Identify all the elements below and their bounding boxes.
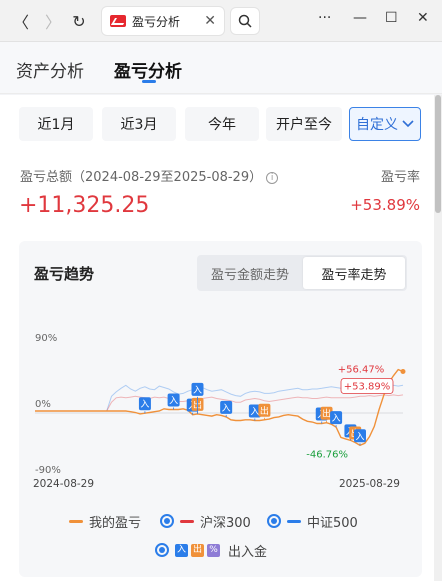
search-button[interactable] bbox=[230, 7, 260, 35]
legend-mine-label: 我的盈亏 bbox=[89, 515, 142, 531]
radio-hs300[interactable] bbox=[160, 514, 174, 528]
page-tab-bar: 资产分析 盈亏分析 bbox=[0, 42, 442, 94]
pnl-total-label: 盈亏总额（2024-08-29至2025-08-29） i bbox=[20, 166, 279, 185]
legend-flow-label: 出入金 bbox=[228, 544, 268, 560]
max-annotation: +56.47% bbox=[338, 365, 385, 376]
series-line-hs300 bbox=[35, 394, 404, 412]
pnl-total-value: +11,325.25 bbox=[19, 193, 150, 218]
radio-zz500[interactable] bbox=[267, 514, 281, 528]
chevron-down-icon bbox=[402, 120, 414, 128]
tab-title: 盈亏分析 bbox=[132, 14, 181, 29]
flow-percent-badge: % bbox=[207, 543, 220, 557]
chart-legend: 我的盈亏 沪深300 中证500 bbox=[19, 509, 422, 533]
legend-zz500[interactable]: 中证500 bbox=[267, 509, 358, 533]
flow-marker-label: 入 bbox=[193, 385, 202, 396]
range-1m-button[interactable]: 近1月 bbox=[19, 107, 93, 141]
flow-legend: 入 出 % 出入金 bbox=[19, 538, 422, 562]
range-since-open-button[interactable]: 开户至今 bbox=[266, 107, 342, 141]
y-tick-label: -90% bbox=[35, 465, 61, 476]
back-button[interactable]: 〈 bbox=[8, 8, 34, 34]
browser-tab[interactable]: 盈亏分析 ✕ bbox=[101, 6, 225, 36]
legend-zz500-label: 中证500 bbox=[307, 515, 358, 531]
x-start-label: 2024-08-29 bbox=[33, 478, 94, 490]
flow-out-badge: 出 bbox=[191, 543, 204, 557]
tab-asset-analysis[interactable]: 资产分析 bbox=[16, 57, 84, 82]
last-point-dot bbox=[400, 368, 406, 374]
page-scrollbar[interactable] bbox=[434, 95, 442, 581]
pnl-ratio-label: 盈亏率 bbox=[380, 170, 420, 185]
legend-mine-swatch bbox=[69, 519, 83, 523]
date-range-selector: 近1月 近3月 今年 开户至今 自定义 bbox=[19, 107, 421, 141]
flow-marker-label: 入 bbox=[140, 399, 149, 410]
search-icon bbox=[238, 14, 252, 28]
maximize-button[interactable]: ☐ bbox=[385, 10, 398, 26]
flow-marker-label: 出 bbox=[322, 408, 331, 420]
range-ytd-button[interactable]: 今年 bbox=[185, 107, 259, 141]
y-tick-label: 90% bbox=[35, 333, 57, 344]
main-content: 近1月 近3月 今年 开户至今 自定义 盈亏总额（2024-08-29至2025… bbox=[0, 95, 434, 581]
flow-marker-label: 出 bbox=[260, 405, 269, 417]
range-custom-label: 自定义 bbox=[356, 117, 398, 133]
pnl-trend-card: 盈亏趋势 盈亏金额走势 盈亏率走势 90% 0% -90% 2024-08-29 202… bbox=[19, 241, 422, 577]
flow-marker-label: 入 bbox=[250, 407, 259, 418]
legend-zz500-swatch bbox=[287, 519, 301, 523]
flow-marker-label: 入 bbox=[169, 396, 178, 407]
more-menu-button[interactable]: ··· bbox=[318, 10, 331, 26]
flow-marker-label: 入 bbox=[332, 413, 341, 424]
y-tick-label: 0% bbox=[35, 399, 51, 410]
flow-marker-label: 入 bbox=[355, 431, 364, 442]
card-title: 盈亏趋势 bbox=[34, 265, 95, 283]
scrollbar-thumb[interactable] bbox=[435, 95, 441, 213]
range-custom-button[interactable]: 自定义 bbox=[349, 107, 421, 141]
flow-marker-label: 入 bbox=[222, 403, 231, 414]
last-annotation: +53.89% bbox=[344, 381, 391, 392]
legend-hs300[interactable]: 沪深300 bbox=[160, 509, 251, 533]
reload-button[interactable]: ↻ bbox=[66, 8, 92, 34]
forward-button[interactable]: 〉 bbox=[40, 8, 66, 34]
pnl-total-label-text: 盈亏总额（2024-08-29至2025-08-29） bbox=[20, 170, 263, 185]
pnl-ratio-value: +53.89% bbox=[350, 196, 420, 214]
toggle-ratio-trend[interactable]: 盈亏率走势 bbox=[303, 257, 405, 289]
flow-in-badge: 入 bbox=[175, 543, 188, 557]
trend-mode-toggle: 盈亏金额走势 盈亏率走势 bbox=[197, 255, 407, 291]
legend-flow[interactable]: 入 出 % 出入金 bbox=[155, 538, 267, 562]
tab-pnl-analysis[interactable]: 盈亏分析 bbox=[114, 57, 182, 82]
x-end-label: 2025-08-29 bbox=[339, 478, 400, 490]
pnl-trend-chart[interactable]: 90%0%-90%2024-08-292025-08-29入入入出入入入出入出入… bbox=[19, 309, 422, 509]
chart-logo-icon bbox=[110, 15, 126, 27]
close-tab-icon[interactable]: ✕ bbox=[204, 13, 216, 29]
legend-hs300-swatch bbox=[180, 519, 194, 523]
toggle-amount-trend[interactable]: 盈亏金额走势 bbox=[199, 257, 301, 289]
minimize-button[interactable]: — bbox=[353, 10, 367, 26]
info-icon[interactable]: i bbox=[266, 172, 279, 184]
radio-flow[interactable] bbox=[155, 543, 169, 557]
browser-toolbar: 〈 〉 ↻ 盈亏分析 ✕ ··· — ☐ ✕ bbox=[0, 0, 442, 42]
active-tab-indicator bbox=[142, 80, 156, 83]
close-window-button[interactable]: ✕ bbox=[417, 10, 429, 26]
legend-hs300-label: 沪深300 bbox=[200, 515, 251, 531]
range-3m-button[interactable]: 近3月 bbox=[102, 107, 176, 141]
min-annotation: -46.76% bbox=[306, 449, 348, 460]
legend-mine[interactable]: 我的盈亏 bbox=[69, 509, 141, 533]
